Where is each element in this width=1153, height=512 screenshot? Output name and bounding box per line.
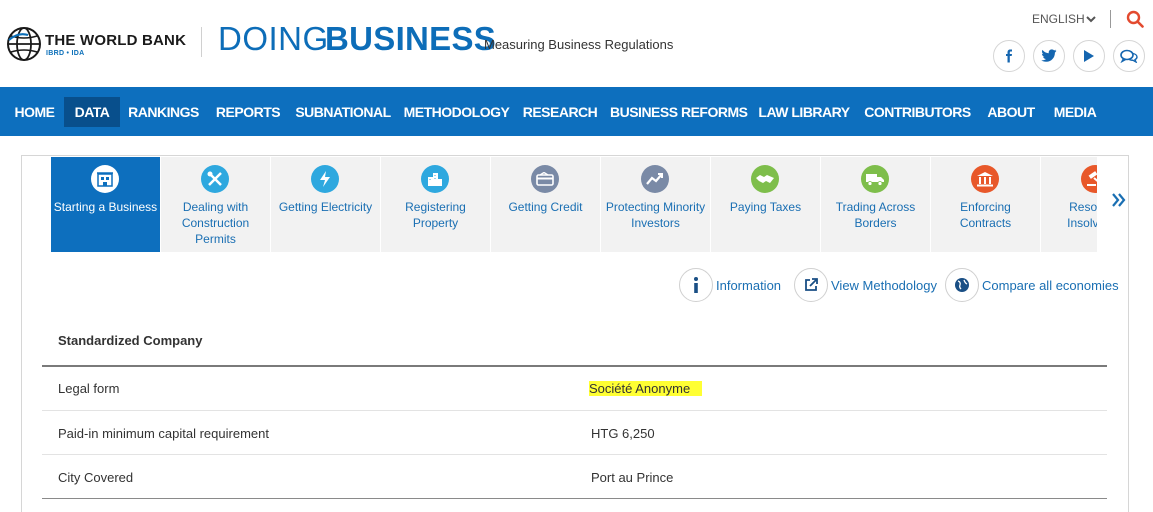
tab-divider (1040, 157, 1041, 252)
courthouse-icon (971, 165, 999, 193)
nav-item-reports[interactable]: REPORTS (213, 97, 283, 127)
comments-button[interactable] (1113, 40, 1145, 72)
comments-icon (1120, 49, 1138, 63)
table-header-rule (42, 365, 1107, 367)
tab-divider (380, 157, 381, 252)
tab-label: Enforcing Contracts (959, 200, 1012, 230)
site-header: THE WORLD BANK IBRD • IDA DOING BUSINESS… (0, 0, 1153, 87)
tab-label: Starting a Business (53, 200, 158, 214)
building-icon (91, 165, 119, 193)
brand-doing[interactable]: DOING (218, 20, 329, 58)
nav-item-about[interactable]: ABOUT (983, 97, 1039, 127)
header-divider (201, 27, 202, 57)
org-subtitle: IBRD • IDA (46, 50, 85, 57)
header-separator (1110, 10, 1111, 28)
tab-enforcing-contracts[interactable]: Enforcing Contracts (931, 157, 1040, 252)
youtube-button[interactable] (1073, 40, 1105, 72)
view-methodology-link[interactable]: View Methodology (831, 278, 937, 293)
table-row-value: HTG 6,250 (591, 426, 655, 441)
twitter-icon (1041, 49, 1057, 62)
external-link-icon (805, 278, 818, 291)
tab-getting-credit[interactable]: Getting Credit (491, 157, 600, 252)
truck-icon (861, 165, 889, 193)
tools-icon (201, 165, 229, 193)
compare-economies-link[interactable]: Compare all economies (982, 278, 1119, 293)
table-row-label: Paid-in minimum capital requirement (58, 426, 269, 441)
table-bottom-rule (42, 498, 1107, 499)
brand-tagline: Measuring Business Regulations (484, 37, 674, 52)
nav-item-methodology[interactable]: METHODOLOGY (403, 97, 510, 127)
tab-registering-property[interactable]: Registering Property (381, 157, 490, 252)
table-heading: Standardized Company (58, 333, 203, 348)
world-bank-globe-icon[interactable] (6, 26, 42, 62)
tab-protecting-minority-investors[interactable]: Protecting Minority Investors (601, 157, 710, 252)
tab-divider (490, 157, 491, 252)
tab-trading-across-borders[interactable]: Trading Across Borders (821, 157, 930, 252)
facebook-button[interactable] (993, 40, 1025, 72)
info-icon (694, 277, 698, 293)
trend-up-icon (641, 165, 669, 193)
globe-icon (955, 278, 969, 292)
tab-divider (160, 157, 161, 252)
chevron-down-icon[interactable] (1085, 13, 1097, 25)
compare-economies-button[interactable] (945, 268, 979, 302)
tab-label: Paying Taxes (729, 200, 802, 214)
lightning-icon (311, 165, 339, 193)
nav-item-subnational[interactable]: SUBNATIONAL (293, 97, 393, 127)
topic-tabs: Starting a Business Dealing with Constru… (51, 157, 1097, 252)
double-chevron-right-icon[interactable] (1110, 190, 1128, 210)
tab-divider (600, 157, 601, 252)
table-row-divider (42, 410, 1107, 411)
gavel-icon (1081, 165, 1097, 193)
language-selector[interactable]: ENGLISH (1032, 12, 1085, 26)
nav-item-contributors[interactable]: CONTRIBUTORS (862, 97, 973, 127)
information-link[interactable]: Information (716, 278, 781, 293)
nav-item-media[interactable]: MEDIA (1049, 97, 1101, 127)
facebook-icon (1006, 49, 1012, 63)
table-row-label: City Covered (58, 470, 134, 485)
tab-getting-electricity[interactable]: Getting Electricity (271, 157, 380, 252)
credit-card-icon (531, 165, 559, 193)
nav-item-data[interactable]: DATA (64, 97, 120, 127)
tab-paying-taxes[interactable]: Paying Taxes (711, 157, 820, 252)
brand-business[interactable]: BUSINESS (325, 20, 496, 58)
information-button[interactable] (679, 268, 713, 302)
tab-label: Resolving Insolvency (1067, 200, 1097, 230)
twitter-button[interactable] (1033, 40, 1065, 72)
table-row-label: Legal form (58, 381, 120, 396)
view-methodology-button[interactable] (794, 268, 828, 302)
tab-divider (820, 157, 821, 252)
nav-item-business-reforms[interactable]: BUSINESS REFORMS (610, 97, 748, 127)
tab-label: Getting Credit (508, 200, 583, 214)
tab-label: Trading Across Borders (835, 200, 916, 230)
nav-item-home[interactable]: HOME (10, 97, 59, 127)
tab-resolving-insolvency[interactable]: Resolving Insolvency (1041, 157, 1097, 252)
tab-label: Protecting Minority Investors (605, 200, 706, 230)
tab-divider (710, 157, 711, 252)
table-row-value-highlighted: Société Anonyme (589, 381, 703, 396)
handshake-icon (751, 165, 779, 193)
main-nav: HOME DATA RANKINGS REPORTS SUBNATIONAL M… (0, 87, 1153, 136)
table-row-value: Port au Prince (591, 470, 674, 485)
tab-dealing-with-construction-permits[interactable]: Dealing with Construction Permits (161, 157, 270, 252)
org-name[interactable]: THE WORLD BANK (45, 32, 186, 49)
tab-divider (930, 157, 931, 252)
table-row-divider (42, 454, 1107, 455)
tab-starting-a-business[interactable]: Starting a Business (51, 157, 160, 252)
tab-label: Registering Property (405, 200, 466, 230)
tab-divider (270, 157, 271, 252)
tab-label: Getting Electricity (278, 200, 373, 214)
nav-item-rankings[interactable]: RANKINGS (126, 97, 201, 127)
nav-item-research[interactable]: RESEARCH (521, 97, 599, 127)
nav-item-law-library[interactable]: LAW LIBRARY (756, 97, 852, 127)
search-icon[interactable] (1126, 10, 1144, 28)
youtube-icon (1084, 50, 1094, 62)
city-icon (421, 165, 449, 193)
tab-label: Dealing with Construction Permits (181, 200, 250, 246)
